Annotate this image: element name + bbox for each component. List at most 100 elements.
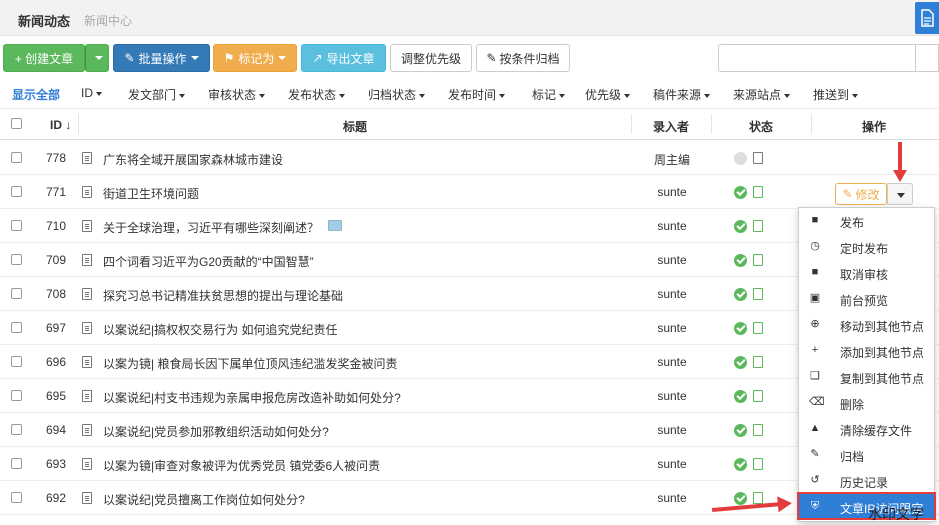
check-circle-icon <box>734 492 747 505</box>
filter-show-all[interactable]: 显示全部 <box>12 86 60 103</box>
status-document-icon <box>753 458 763 470</box>
filter-audit-status[interactable]: 审核状态 <box>208 86 266 103</box>
create-article-button[interactable]: + 创建文章 <box>3 44 85 72</box>
search-input[interactable] <box>718 44 916 72</box>
red-arrow-down-annotation <box>893 142 907 182</box>
status-document-icon <box>753 424 763 436</box>
menu-item-label: 归档 <box>840 450 865 464</box>
filter-publish-time[interactable]: 发布时间 <box>448 86 506 103</box>
batch-label: 批量操作 <box>138 51 187 66</box>
row-author: sunte <box>657 219 687 233</box>
create-dropdown-button[interactable] <box>85 44 109 72</box>
export-label: 导出文章 <box>326 51 375 66</box>
row-checkbox[interactable] <box>11 322 22 333</box>
status-document-icon <box>753 356 763 368</box>
filter-mark[interactable]: 标记 <box>532 86 566 103</box>
row-title-link[interactable]: 以案说纪|党员擅离工作岗位如何处分? <box>103 491 305 508</box>
menu-item-label: 发布 <box>840 216 865 230</box>
row-title-link[interactable]: 以案说纪|搞权权交易行为 如何追究党纪责任 <box>103 321 337 338</box>
row-checkbox[interactable] <box>11 220 22 231</box>
edit-label: 修改 <box>855 187 880 202</box>
filter-id[interactable]: ID <box>81 86 102 100</box>
row-checkbox[interactable] <box>11 492 22 503</box>
row-title-link[interactable]: 以案为镜| 粮食局长因下属单位顶风违纪滥发奖金被问责 <box>103 355 397 372</box>
export-article-button[interactable]: ↗ 导出文章 <box>301 44 386 72</box>
check-circle-icon <box>734 220 747 233</box>
column-id[interactable]: ID ↓ <box>50 118 71 132</box>
document-icon <box>82 152 92 164</box>
export-icon: ↗ <box>312 51 323 65</box>
row-title-link[interactable]: 四个词看习近平为G20贡献的“中国智慧” <box>103 253 314 270</box>
menu-item[interactable]: ▲ 清除缓存文件 <box>799 416 934 442</box>
select-all-checkbox[interactable] <box>11 118 22 129</box>
row-id: 695 <box>45 389 66 403</box>
publish-icon: ■ <box>811 214 819 226</box>
edit-button[interactable]: ✎ 修改 <box>835 183 887 205</box>
row-checkbox[interactable] <box>11 424 22 435</box>
trash-icon: ⌫ <box>809 396 825 408</box>
row-title-link[interactable]: 以案为镜|审查对象被评为优秀党员 镇党委6人被问责 <box>103 457 380 474</box>
filter-publish-status[interactable]: 发布状态 <box>288 86 346 103</box>
filter-source-site[interactable]: 来源站点 <box>733 86 791 103</box>
unaudit-icon: ■ <box>811 266 819 278</box>
row-title-link[interactable]: 街道卫生环境问题 <box>103 185 199 202</box>
menu-item[interactable]: ■ 取消审核 <box>799 260 934 286</box>
column-title: 标题 <box>343 120 368 134</box>
menu-item[interactable]: ■ 发布 <box>799 208 934 234</box>
row-checkbox[interactable] <box>11 390 22 401</box>
menu-item[interactable]: ◷ 定时发布 <box>799 234 934 260</box>
status-document-icon <box>753 322 763 334</box>
row-id: 694 <box>45 423 66 437</box>
row-title-link[interactable]: 探究习总书记精准扶贫思想的提出与理论基础 <box>103 287 343 304</box>
column-status: 状态 <box>749 120 774 134</box>
status-document-icon <box>753 186 763 198</box>
row-checkbox[interactable] <box>11 356 22 367</box>
tag-icon: ⚑ <box>223 51 235 65</box>
menu-item[interactable]: + 添加到其他节点 <box>799 338 934 364</box>
menu-item[interactable]: ✎ 归档 <box>799 442 934 468</box>
filter-priority[interactable]: 优先级 <box>585 86 631 103</box>
menu-item-label: 移动到其他节点 <box>840 320 925 334</box>
actions-dropdown-menu: ■ 发布 ◷ 定时发布 ■ 取消审核 ▣ 前台预览 ⊕ 移动到其他节点 + 添加到其他节点 ❏ 复制到其他… <box>797 207 936 522</box>
row-title-link[interactable]: 以案说纪|村支书违规为亲属申报危房改造补助如何处分? <box>103 389 401 406</box>
row-actions-dropdown-button[interactable] <box>887 183 913 205</box>
archive-by-condition-button[interactable]: ✎ 按条件归档 <box>476 44 570 72</box>
chevron-down-icon <box>190 56 199 60</box>
filter-push-to[interactable]: 推送到 <box>813 86 859 103</box>
filter-label: 优先级 <box>585 88 622 102</box>
adjust-priority-button[interactable]: 调整优先级 <box>390 44 472 72</box>
search-button[interactable] <box>916 44 939 72</box>
column-author: 录入者 <box>653 120 690 134</box>
status-document-icon <box>753 288 763 300</box>
filter-department[interactable]: 发文部门 <box>128 86 186 103</box>
menu-item[interactable]: ❏ 复制到其他节点 <box>799 364 934 390</box>
menu-item[interactable]: ▣ 前台预览 <box>799 286 934 312</box>
row-checkbox[interactable] <box>11 288 22 299</box>
row-checkbox[interactable] <box>11 458 22 469</box>
row-id: 771 <box>45 185 66 199</box>
filter-archive-status[interactable]: 归档状态 <box>368 86 426 103</box>
mark-as-button[interactable]: ⚑ 标记为 <box>213 44 297 72</box>
page-header: 新闻动态 新闻中心 <box>0 0 939 36</box>
filter-source[interactable]: 稿件来源 <box>653 86 711 103</box>
filter-label: ID <box>81 86 93 100</box>
status-document-icon <box>753 220 763 232</box>
document-icon-button[interactable] <box>915 2 939 34</box>
document-icon <box>82 322 92 334</box>
row-checkbox[interactable] <box>11 186 22 197</box>
row-title-link[interactable]: 关于全球治理，习近平有哪些深刻阐述？ <box>103 219 319 236</box>
menu-item[interactable]: ⊕ 移动到其他节点 <box>799 312 934 338</box>
row-title-link[interactable]: 广东将全域开展国家森林城市建设 <box>103 151 283 168</box>
menu-item-label: 删除 <box>840 398 865 412</box>
row-title-link[interactable]: 以案说纪|党员参加邪教组织活动如何处分? <box>103 423 329 440</box>
row-id: 778 <box>45 151 66 165</box>
divider <box>711 114 712 134</box>
batch-operation-button[interactable]: ✎ 批量操作 <box>113 44 210 72</box>
document-icon <box>82 288 92 300</box>
menu-item[interactable]: ↺ 历史记录 <box>799 468 934 494</box>
row-checkbox[interactable] <box>11 152 22 163</box>
chevron-down-icon <box>278 56 287 60</box>
row-checkbox[interactable] <box>11 254 22 265</box>
create-label: + 创建文章 <box>14 51 74 66</box>
menu-item[interactable]: ⌫ 删除 <box>799 390 934 416</box>
